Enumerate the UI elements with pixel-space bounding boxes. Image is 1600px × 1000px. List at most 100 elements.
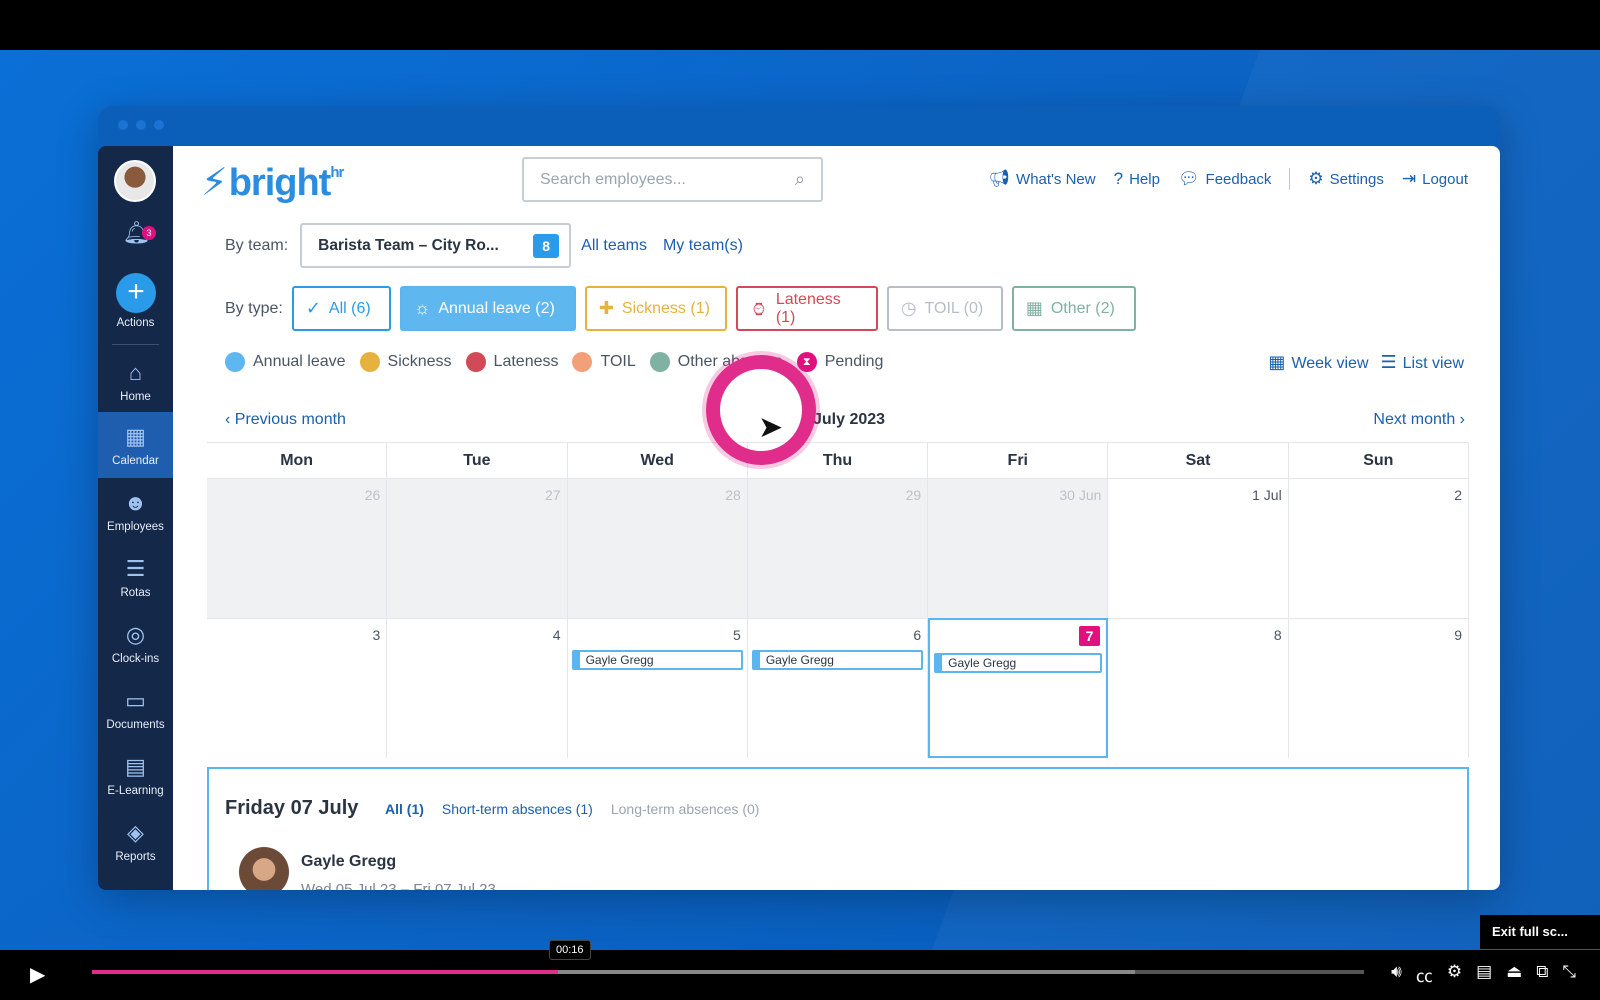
- legend-sickness: Sickness: [359, 352, 452, 372]
- filter-other-button[interactable]: ▦ Other (2): [1011, 286, 1136, 331]
- list-icon: ☰: [1380, 352, 1397, 372]
- settings-link[interactable]: ⚙︎ Settings: [1308, 169, 1383, 189]
- team-selected-value: Barista Team – City Ro...: [318, 236, 499, 254]
- absence-entry[interactable]: Gayle Gregg Wed 05 Jul 23 – Fri 07 Jul 2…: [239, 847, 496, 890]
- all-teams-link[interactable]: All teams: [581, 237, 647, 255]
- calendar-day-today[interactable]: 7 Gayle Gregg: [928, 618, 1109, 758]
- tab-short-term[interactable]: Short-term absences (1): [442, 801, 593, 817]
- tab-all[interactable]: All (1): [385, 801, 424, 817]
- calendar-day[interactable]: 9: [1288, 618, 1469, 758]
- hourglass-icon: ⧗: [796, 352, 817, 372]
- sidebar-item-label: Employees: [107, 521, 164, 533]
- sidebar-item-calendar[interactable]: ▦ Calendar: [98, 412, 173, 478]
- play-icon[interactable]: ▶: [30, 962, 45, 987]
- sidebar-item-e-learning[interactable]: ▤ E-Learning: [98, 754, 173, 797]
- detail-title: Friday 07 July: [225, 797, 359, 819]
- sidebar-item-rotas[interactable]: ☰ Rotas: [98, 556, 173, 599]
- team-select[interactable]: Barista Team – City Ro... 8: [300, 223, 572, 268]
- actions-button[interactable]: +: [116, 273, 156, 313]
- view-switcher: ▦ Week view ☰ List view: [1268, 352, 1464, 373]
- filter-annual-leave-button[interactable]: ☼ Annual leave (2): [399, 286, 576, 331]
- calendar-day[interactable]: 26: [207, 478, 388, 618]
- next-month-link[interactable]: Next month ›: [1373, 411, 1465, 429]
- calendar-day[interactable]: 28: [567, 478, 748, 618]
- tab-long-term[interactable]: Long-term absences (0): [611, 801, 760, 817]
- filter-sickness-button[interactable]: ✚ Sickness (1): [584, 286, 727, 331]
- legend-dot: [572, 352, 593, 372]
- sidebar-item-label: Home: [120, 391, 151, 403]
- sidebar-item-documents[interactable]: ▭ Documents: [98, 688, 173, 731]
- logout-link[interactable]: ⇥ Logout: [1402, 169, 1468, 189]
- search-input[interactable]: Search employees... ⌕: [522, 157, 823, 202]
- legend-dot: [649, 352, 670, 372]
- sidebar-divider: [112, 344, 159, 345]
- brighthr-logo[interactable]: ⚡︎brighthr: [201, 160, 344, 205]
- reports-icon: ◈: [127, 820, 144, 845]
- type-filter-row: By type: ✓ All (6) ☼ Annual leave (2) ✚ Sic…: [225, 286, 1136, 331]
- logout-icon: ⇥: [1401, 169, 1417, 188]
- airplay-icon[interactable]: ⏏︎: [1506, 962, 1522, 987]
- list-view-button[interactable]: ☰ List view: [1381, 352, 1465, 373]
- legend-toil: TOIL: [572, 352, 636, 372]
- detail-tabs: All (1) Short-term absences (1) Long-ter…: [385, 801, 759, 817]
- sidebar-item-label: Documents: [106, 719, 165, 731]
- by-type-label: By type:: [225, 299, 283, 317]
- calendar-day[interactable]: 2: [1288, 478, 1469, 618]
- month-navigation: ‹ Previous month July 2023 Next month ›: [225, 411, 1465, 435]
- day-detail-panel: Friday 07 July All (1) Short-term absenc…: [207, 767, 1469, 890]
- month-title: July 2023: [813, 411, 886, 428]
- calendar-grid: Mon Tue Wed Thu Fri Sat Sun 26 27 28 29 …: [207, 442, 1469, 758]
- calendar-day[interactable]: 30 Jun: [928, 478, 1109, 618]
- calendar-day[interactable]: 1 Jul: [1108, 478, 1289, 618]
- my-teams-link[interactable]: My team(s): [663, 237, 743, 255]
- day-header: Sun: [1289, 443, 1469, 479]
- person-name: Gayle Gregg: [301, 853, 397, 870]
- absence-event[interactable]: Gayle Gregg: [934, 653, 1103, 673]
- captions-icon[interactable]: ㏄: [1416, 962, 1433, 987]
- whats-new-link[interactable]: 📢︎ What's New: [988, 169, 1095, 189]
- calendar-day[interactable]: 3: [207, 618, 388, 758]
- time-tooltip: 00:16: [549, 940, 591, 960]
- volume-icon[interactable]: 🔊︎: [1391, 962, 1402, 987]
- sidebar-item-label: Rotas: [120, 587, 151, 599]
- feedback-link[interactable]: 💬︎ Feedback: [1178, 169, 1271, 189]
- progress-played: [92, 970, 558, 974]
- notifications-bell[interactable]: 🔔︎: [98, 220, 173, 251]
- day-header: Fri: [928, 443, 1109, 479]
- sidebar-item-label: Reports: [115, 851, 156, 863]
- settings-gear-icon[interactable]: ⚙︎: [1447, 962, 1462, 987]
- calendar-day[interactable]: 29: [747, 478, 929, 618]
- day-header: Tue: [387, 443, 568, 479]
- watch-icon: ⌚︎: [749, 300, 768, 320]
- transcript-icon[interactable]: ▤: [1476, 962, 1492, 987]
- filter-toil-button[interactable]: ◷ TOIL (0): [886, 286, 1003, 331]
- team-count-badge: 8: [533, 233, 560, 258]
- calendar-day[interactable]: 8: [1108, 618, 1289, 758]
- sidebar-item-reports[interactable]: ◈ Reports: [98, 820, 173, 863]
- exit-fullscreen-icon[interactable]: ⤡: [1562, 962, 1576, 987]
- week-view-button[interactable]: ▦ Week view: [1268, 352, 1368, 373]
- e-learning-icon: ▤: [125, 754, 146, 779]
- sidebar-item-home[interactable]: ⌂ Home: [98, 360, 173, 420]
- calendar-day[interactable]: 4: [387, 618, 568, 758]
- legend-dot: [465, 352, 486, 372]
- legend-lateness: Lateness: [465, 352, 558, 372]
- user-avatar[interactable]: [114, 160, 156, 202]
- previous-month-link[interactable]: ‹ Previous month: [225, 411, 346, 429]
- calendar-day[interactable]: 27: [387, 478, 568, 618]
- sidebar-item-clock-ins[interactable]: ◎ Clock-ins: [98, 622, 173, 665]
- filter-lateness-button[interactable]: ⌚︎ Lateness (1): [735, 286, 878, 331]
- filter-all-button[interactable]: ✓ All (6): [291, 286, 391, 331]
- sidebar-item-employees[interactable]: ☻ Employees: [98, 490, 173, 533]
- help-link[interactable]: ? Help: [1114, 169, 1160, 189]
- calendar-day[interactable]: 5 Gayle Gregg: [567, 618, 748, 758]
- exit-fullscreen-tooltip: Exit full sc...: [1480, 915, 1600, 949]
- calendar-day[interactable]: 6 Gayle Gregg: [747, 618, 929, 758]
- progress-bar[interactable]: [92, 970, 1364, 974]
- absence-event[interactable]: Gayle Gregg: [571, 650, 743, 670]
- clock-icon: ◷: [900, 298, 917, 318]
- notification-badge: 3: [142, 226, 156, 240]
- absence-event[interactable]: Gayle Gregg: [751, 650, 924, 670]
- sidebar: 🔔︎ 3 + Actions ⌂ Home ▦ Calendar ☻ Emplo…: [98, 146, 173, 890]
- pip-icon[interactable]: ⧉: [1536, 962, 1548, 987]
